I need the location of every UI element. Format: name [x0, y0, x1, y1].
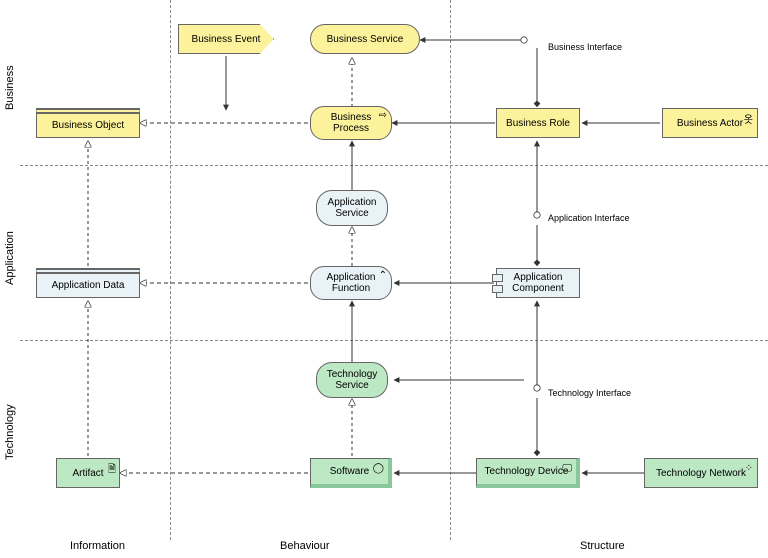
node-business-service: Business Service [310, 24, 420, 54]
circle-icon: ◯ [373, 463, 384, 474]
node-application-component: Application Component [496, 268, 580, 298]
document-icon: 🗎 [108, 462, 116, 479]
node-business-actor: Business Actor옷 [662, 108, 758, 138]
node-application-data: Application Data [36, 268, 140, 298]
column-divider-1 [170, 0, 171, 540]
node-artifact: Artifact 🗎 [56, 458, 120, 488]
device-icon: 🖵 [562, 463, 572, 474]
text: Business Actor [677, 118, 743, 129]
row-divider-1 [20, 165, 768, 166]
layer-label-application: Application [4, 231, 16, 285]
function-icon: ⌃ [379, 270, 387, 281]
text: Technology Device [485, 466, 569, 477]
text: Application Component [501, 272, 575, 294]
node-application-service: Application Service [316, 190, 388, 226]
text: Business Role [506, 118, 570, 129]
node-business-event: Business Event [178, 24, 274, 54]
node-technology-device: Technology Device🖵 [476, 458, 580, 488]
text: Business Process [315, 112, 387, 134]
text: Technology Service [321, 369, 383, 391]
label-tech-interface: Technology Interface [548, 388, 631, 398]
layer-label-technology: Technology [4, 404, 16, 460]
node-software: Software ◯ [310, 458, 392, 488]
text: Application Function [315, 272, 387, 294]
arrow-icon: ⇨ [379, 110, 387, 121]
column-label-behaviour: Behaviour [280, 540, 330, 552]
node-business-process: Business Process⇨ [310, 106, 392, 140]
node-business-object: Business Object [36, 108, 140, 138]
node-technology-network: Technology Network⁘ [644, 458, 758, 488]
actor-icon: 옷 [744, 111, 753, 126]
text: Business Object [52, 120, 124, 131]
column-label-structure: Structure [580, 540, 625, 552]
column-divider-2 [450, 0, 451, 540]
layer-label-business: Business [4, 65, 16, 110]
node-technology-service: Technology Service [316, 362, 388, 398]
label-biz-interface: Business Interface [548, 42, 622, 52]
text: Application Service [321, 197, 383, 219]
column-label-information: Information [70, 540, 125, 552]
text: Artifact [72, 468, 103, 479]
text: Business Service [327, 34, 404, 45]
node-business-role: Business Role [496, 108, 580, 138]
network-icon: ⁘ [745, 463, 753, 474]
text: Technology Network [656, 468, 746, 479]
text: Business Event [192, 34, 261, 45]
text: Software [330, 466, 369, 477]
component-icon [492, 285, 503, 293]
label-app-interface: Application Interface [548, 213, 630, 223]
diagram-canvas: { "layers": { "business": "Business", "a… [0, 0, 768, 558]
node-application-function: Application Function⌃ [310, 266, 392, 300]
row-divider-2 [20, 340, 768, 341]
text: Application Data [52, 280, 125, 291]
component-icon [492, 274, 503, 282]
